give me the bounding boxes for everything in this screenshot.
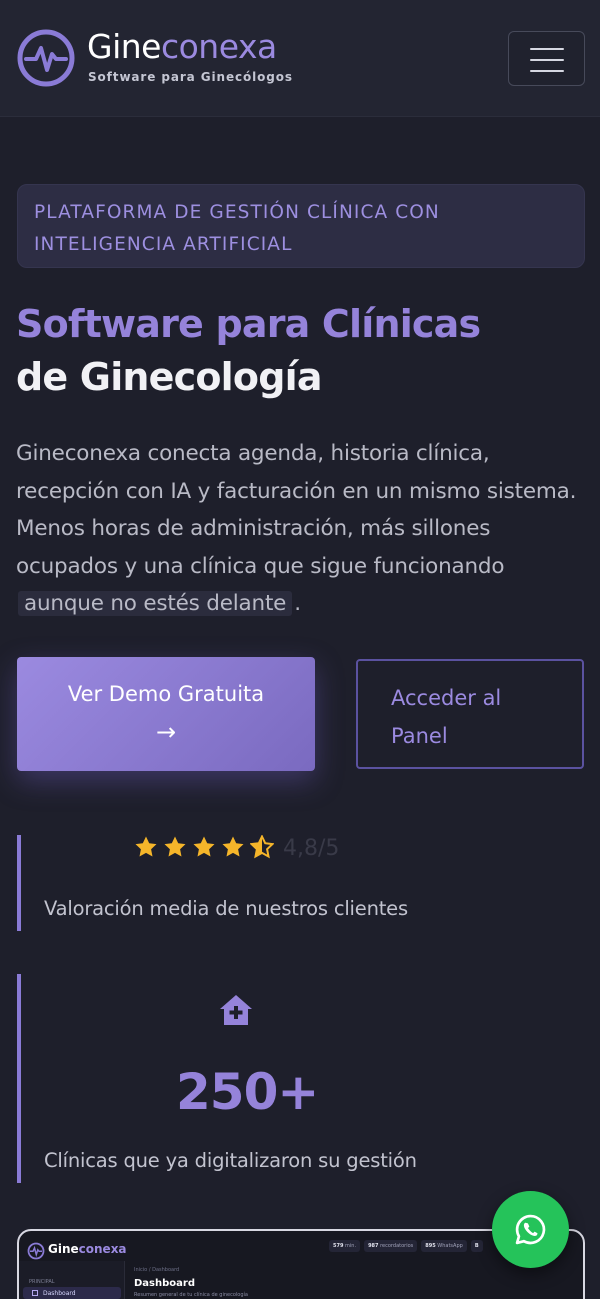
hero-title-line2: de Ginecología <box>16 355 322 399</box>
preview-stat-pills: 579 min. 987 recordatorios 895 WhatsApp B <box>329 1240 487 1259</box>
hamburger-menu-icon <box>530 48 564 50</box>
rating-stat: 4,8/5 Valoración media de nuestros clien… <box>17 834 585 931</box>
rating-label: Valoración media de nuestros clientes <box>44 897 408 920</box>
panel-login-button[interactable]: Acceder al Panel <box>356 659 584 769</box>
preview-pill: B <box>470 1240 483 1252</box>
preview-breadcrumb: Inicio / Dashboard <box>134 1267 180 1273</box>
hero-title: Software para Clínicas de Ginecología <box>16 298 586 404</box>
half-star-icon <box>249 834 276 859</box>
whatsapp-icon <box>515 1214 546 1245</box>
preview-section-label: PRINCIPAL <box>29 1279 55 1285</box>
star-icon <box>222 836 244 857</box>
clinics-count: 250+ <box>176 1063 319 1121</box>
hero-description: Gineconexa conecta agenda, historia clín… <box>16 441 577 616</box>
brand-name[interactable]: Gineconexa <box>87 27 277 67</box>
preview-nav-item: Dashboard <box>23 1287 121 1299</box>
star-icon <box>164 836 186 857</box>
panel-button-label: Acceder al Panel <box>391 686 502 748</box>
demo-button-label: Ver Demo Gratuita <box>67 682 265 706</box>
demo-button[interactable]: Ver Demo Gratuita → <box>17 657 315 771</box>
preview-subtitle: Resumen general de tu clínica de ginecol… <box>134 1292 248 1298</box>
whatsapp-button[interactable] <box>492 1191 569 1268</box>
grid-icon <box>32 1290 38 1296</box>
preview-sidebar: PRINCIPAL Dashboard <box>19 1261 125 1299</box>
preview-pill: 579 min. <box>329 1240 361 1252</box>
preview-title: Dashboard <box>134 1278 195 1289</box>
heartbeat-logo-icon <box>27 1242 45 1260</box>
brand-tagline: Software para Ginecólogos <box>88 70 293 84</box>
hero-title-line1: Software para Clínicas <box>16 302 481 346</box>
clinics-stat: 250+ Clínicas que ya digitalizaron su ge… <box>17 974 585 1183</box>
description-highlight: aunque no estés delante <box>18 591 293 616</box>
heartbeat-logo-icon[interactable] <box>16 28 76 88</box>
preview-pill: 895 WhatsApp <box>421 1240 467 1252</box>
arrow-right-icon: → <box>155 718 177 746</box>
star-icon <box>135 836 157 857</box>
star-icon <box>193 836 215 857</box>
hero-badge: PLATAFORMA DE GESTIÓN CLÍNICA CON INTELI… <box>17 184 585 268</box>
site-header: Gineconexa Software para Ginecólogos <box>0 0 600 117</box>
clinics-label: Clínicas que ya digitalizaron su gestión <box>44 1149 417 1172</box>
house-medical-icon <box>220 995 252 1025</box>
rating-value: 4,8/5 <box>283 836 340 861</box>
preview-pill: 987 recordatorios <box>364 1240 418 1252</box>
preview-brand: Gineconexa <box>48 1242 127 1256</box>
rating-stars <box>134 834 276 865</box>
hamburger-menu-button[interactable] <box>508 31 585 86</box>
